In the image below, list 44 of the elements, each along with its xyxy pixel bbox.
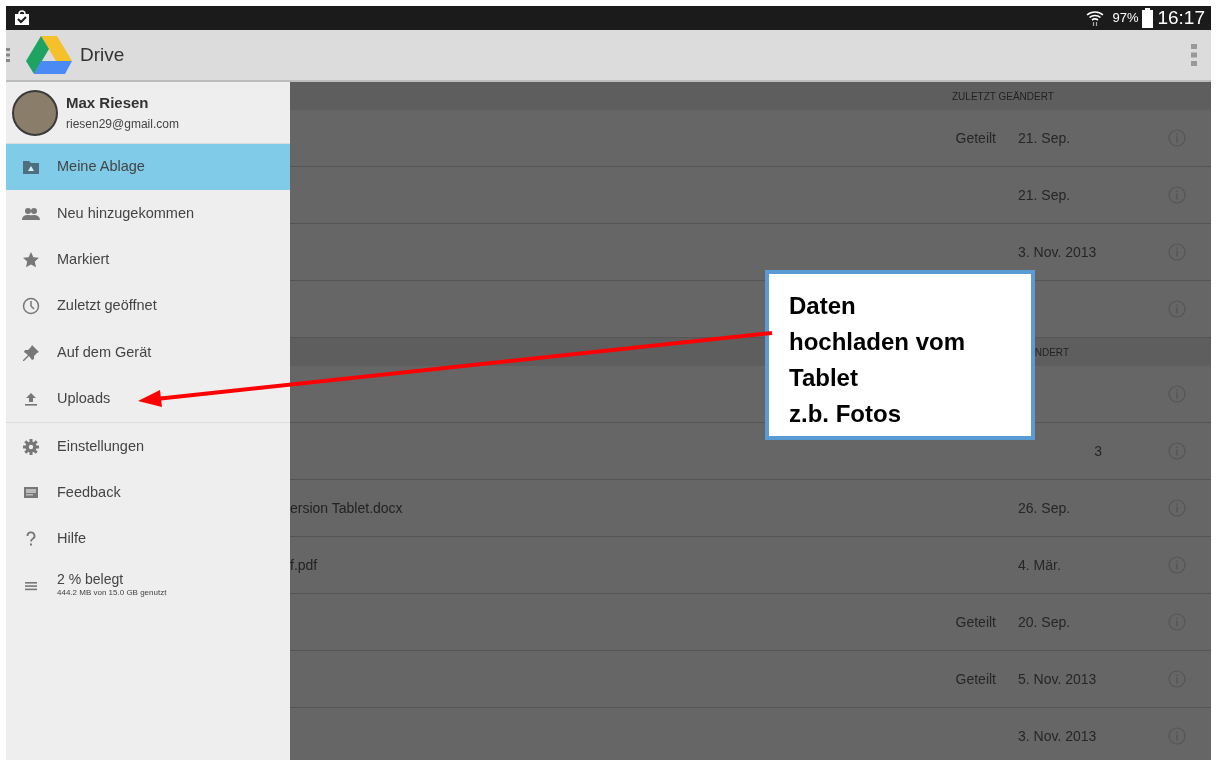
modified-date: 5. Nov. 2013 — [1018, 670, 1097, 687]
app-title: Drive — [80, 42, 126, 67]
clock-icon — [22, 297, 40, 316]
clock-time: 16:17 — [1157, 6, 1205, 30]
column-header: ZULETZT GEÄNDERT — [952, 89, 1055, 104]
drawer-indicator-icon[interactable] — [6, 48, 10, 62]
modified-date: 26. Sep. — [1018, 499, 1071, 516]
upload-icon — [22, 390, 40, 409]
avatar-placeholder — [12, 89, 58, 136]
modified-date: 3 — [1094, 442, 1102, 459]
drive-logo-icon — [26, 36, 72, 74]
modified-date: 3. Nov. 2013 — [1018, 727, 1097, 744]
battery-percentage: 97% — [1112, 9, 1139, 28]
battery-icon — [1142, 8, 1154, 28]
shared-label: Geteilt — [955, 613, 996, 630]
modified-date: 4. Mär. — [1018, 556, 1061, 573]
star-icon — [22, 250, 40, 269]
drawer-item[interactable]: Uploads — [6, 375, 290, 423]
modified-date: 21. Sep. — [1018, 129, 1071, 146]
overflow-menu-icon[interactable] — [1191, 44, 1197, 66]
account-name: Max Riesen — [66, 93, 150, 114]
drawer-item[interactable]: Meine Ablage — [6, 144, 290, 191]
drawer-item[interactable]: Feedback — [6, 469, 290, 517]
modified-date: 3. Nov. 2013 — [1018, 243, 1097, 260]
drawer-item[interactable]: Zuletzt geöffnet — [6, 283, 290, 330]
shared-label: Geteilt — [955, 129, 996, 146]
modified-date: 21. Sep. — [1018, 186, 1071, 203]
wifi-icon — [1086, 9, 1105, 27]
drawer-item[interactable]: Einstellungen — [6, 423, 290, 470]
drawer-item[interactable]: Neu hinzugekommen — [6, 190, 290, 237]
shared-label: Geteilt — [955, 670, 996, 687]
drive-folder-icon — [22, 158, 40, 177]
settings-icon — [22, 437, 40, 456]
pin-icon — [22, 343, 40, 362]
column-header: NDERT — [1033, 345, 1069, 360]
callout-note: Daten hochladen vom Tablet z.b. Fotos — [765, 270, 1035, 440]
drawer-item[interactable]: Markiert — [6, 236, 290, 284]
drawer-item[interactable]: Hilfe — [6, 516, 290, 563]
drawer-item[interactable]: Auf dem Gerät — [6, 329, 290, 376]
storage-usage: 2 % belegt — [57, 572, 125, 588]
storage-detail: 444.2 MB von 15.0 GB genutzt — [57, 587, 167, 600]
modified-date: 20. Sep. — [1018, 613, 1071, 630]
shopping-bag-check-icon — [14, 10, 30, 26]
account-email: riesen29@gmail.com — [66, 115, 179, 133]
